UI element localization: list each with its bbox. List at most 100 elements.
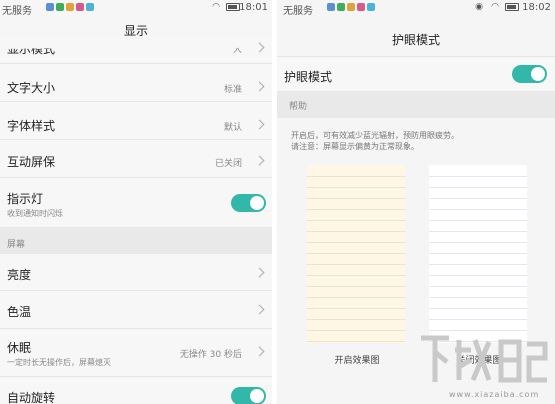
wifi-icon: ◠ bbox=[491, 2, 499, 12]
app-notification-icon bbox=[66, 3, 74, 11]
row-label: 互动屏保 bbox=[7, 155, 56, 169]
page-title: 护眼模式 bbox=[391, 33, 440, 47]
status-bar: 无服务 ◠ 18:01 bbox=[0, 0, 272, 17]
settings-row-indicator-light: 指示灯 收到通知时闪烁 bbox=[0, 178, 272, 228]
preview-rule-line bbox=[307, 209, 405, 210]
page-title: 显示 bbox=[123, 24, 148, 38]
row-value: 大 bbox=[232, 45, 242, 55]
settings-row-sleep[interactable]: 休眠 一定时长无操作后，屏幕熄灭 无操作 30 秒后 bbox=[0, 329, 272, 377]
chevron-right-icon bbox=[254, 119, 265, 130]
settings-row-font-size[interactable]: 文字大小 标准 bbox=[0, 64, 272, 102]
preview-on-caption: 开启效果图 bbox=[334, 356, 380, 366]
preview-rule-line bbox=[429, 231, 527, 232]
preview-rule-line bbox=[429, 220, 527, 221]
row-label: 亮度 bbox=[7, 268, 32, 282]
preview-rule-line bbox=[307, 319, 405, 320]
preview-rule-line bbox=[307, 330, 405, 331]
watermark-logo: www.xiazaiba.com bbox=[415, 330, 553, 402]
row-label: 文字大小 bbox=[7, 81, 56, 95]
preview-rule-line bbox=[307, 220, 405, 221]
indicator-light-toggle[interactable] bbox=[231, 194, 266, 212]
eye-mode-on-preview bbox=[307, 165, 405, 343]
settings-row-auto-rotate: 自动旋转 bbox=[0, 377, 272, 404]
status-bar: 无服务 ◉ ◠ 18:02 bbox=[277, 0, 555, 17]
app-notification-icon bbox=[367, 3, 375, 11]
chevron-right-icon bbox=[254, 42, 265, 53]
preview-rule-line bbox=[429, 275, 527, 276]
chevron-right-icon bbox=[254, 267, 265, 278]
status-time: 18:01 bbox=[239, 2, 268, 13]
chevron-right-icon bbox=[254, 81, 265, 92]
preview-rule-line bbox=[307, 308, 405, 309]
display-settings-screen: 无服务 ◠ 18:01 显示 显示模式 大 文字大小 标准 字体样式 默认 互动… bbox=[0, 0, 272, 404]
row-label: 指示灯 bbox=[7, 192, 44, 206]
preview-rule-line bbox=[307, 176, 405, 177]
chevron-right-icon bbox=[254, 155, 265, 166]
preview-rule-line bbox=[307, 275, 405, 276]
section-header-help: 帮助 bbox=[277, 92, 555, 118]
eye-icon: ◉ bbox=[475, 2, 483, 12]
preview-rule-line bbox=[307, 286, 405, 287]
preview-rule-line bbox=[307, 264, 405, 265]
auto-rotate-toggle[interactable] bbox=[231, 387, 266, 404]
row-subtitle: 收到通知时闪烁 bbox=[7, 209, 63, 218]
row-label: 护眼模式 bbox=[284, 70, 333, 84]
watermark-url: www.xiazaiba.com bbox=[449, 390, 540, 399]
carrier-text: 无服务 bbox=[2, 6, 32, 17]
section-title: 屏幕 bbox=[7, 240, 26, 250]
wifi-icon: ◠ bbox=[212, 2, 220, 12]
status-time: 18:02 bbox=[522, 2, 551, 13]
preview-rule-line bbox=[307, 187, 405, 188]
settings-row-brightness[interactable]: 亮度 bbox=[0, 254, 272, 291]
app-notification-icon bbox=[357, 3, 365, 11]
preview-rule-line bbox=[429, 297, 527, 298]
notification-icons bbox=[46, 3, 94, 11]
row-label: 自动旋转 bbox=[7, 391, 56, 404]
row-value: 无操作 30 秒后 bbox=[179, 350, 242, 360]
preview-rule-line bbox=[429, 264, 527, 265]
notification-icons bbox=[327, 3, 375, 11]
preview-rule-line bbox=[429, 308, 527, 309]
row-value: 已关闭 bbox=[214, 159, 242, 169]
battery-icon bbox=[226, 2, 240, 13]
settings-row-color-temperature[interactable]: 色温 bbox=[0, 291, 272, 329]
preview-rule-line bbox=[429, 198, 527, 199]
section-title: 帮助 bbox=[289, 102, 308, 112]
row-label: 休眠 bbox=[7, 341, 32, 355]
section-header-screen: 屏幕 bbox=[0, 228, 272, 254]
app-notification-icon bbox=[56, 3, 64, 11]
row-label: 色温 bbox=[7, 305, 32, 319]
preview-rule-line bbox=[429, 319, 527, 320]
chevron-right-icon bbox=[254, 304, 265, 315]
preview-rule-line bbox=[307, 341, 405, 342]
settings-row-screensaver[interactable]: 互动屏保 已关闭 bbox=[0, 140, 272, 178]
eye-mode-off-preview bbox=[429, 165, 527, 343]
preview-rule-line bbox=[429, 176, 527, 177]
settings-row-display-mode[interactable]: 显示模式 大 bbox=[0, 38, 272, 64]
preview-rule-line bbox=[429, 209, 527, 210]
preview-rule-line bbox=[429, 242, 527, 243]
settings-row-font-style[interactable]: 字体样式 默认 bbox=[0, 102, 272, 140]
app-notification-icon bbox=[347, 3, 355, 11]
settings-row-eye-protection: 护眼模式 bbox=[277, 56, 555, 92]
preview-rule-line bbox=[307, 297, 405, 298]
row-label: 字体样式 bbox=[7, 119, 56, 133]
preview-rule-line bbox=[429, 253, 527, 254]
app-notification-icon bbox=[76, 3, 84, 11]
preview-rule-line bbox=[429, 187, 527, 188]
help-text-line: 请注意：屏幕显示偏黄为正常现象。 bbox=[291, 142, 419, 151]
preview-rule-line bbox=[429, 286, 527, 287]
row-value: 默认 bbox=[223, 123, 242, 133]
app-notification-icon bbox=[46, 3, 54, 11]
preview-rule-line bbox=[307, 231, 405, 232]
preview-rule-line bbox=[307, 242, 405, 243]
carrier-text: 无服务 bbox=[283, 6, 313, 17]
watermark-logo-graphic bbox=[421, 335, 548, 383]
preview-rule-line bbox=[307, 253, 405, 254]
preview-rule-line bbox=[307, 198, 405, 199]
eye-protection-toggle[interactable] bbox=[512, 65, 547, 83]
app-notification-icon bbox=[86, 3, 94, 11]
app-notification-icon bbox=[327, 3, 335, 11]
row-subtitle: 一定时长无操作后，屏幕熄灭 bbox=[7, 358, 111, 367]
row-value: 标准 bbox=[223, 85, 242, 95]
